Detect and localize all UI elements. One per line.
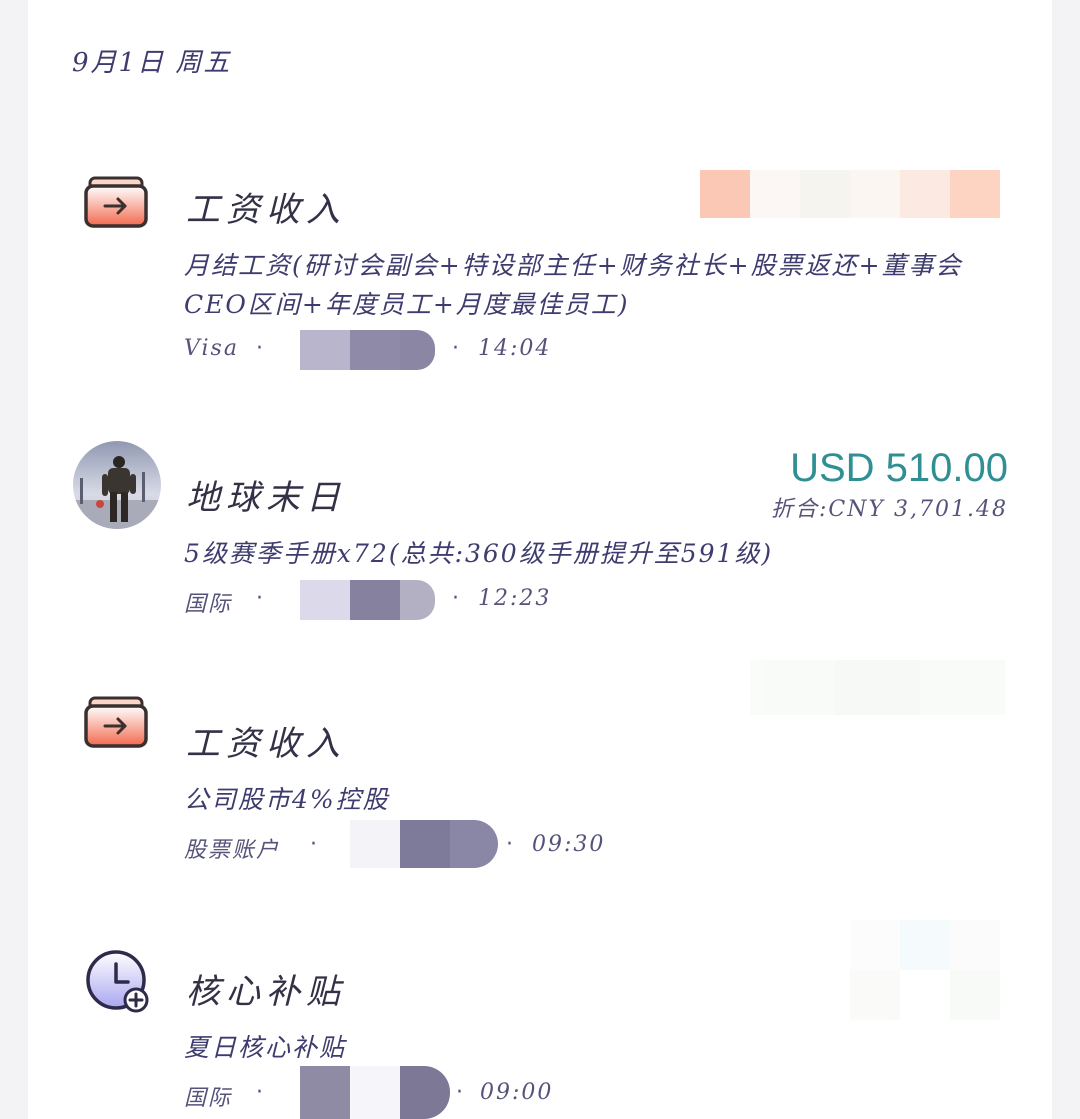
transaction-item[interactable]: 核心补贴 夏日核心补贴 国际 · · 09:00 bbox=[0, 920, 1080, 1119]
transaction-time: 12:23 bbox=[478, 586, 552, 611]
transaction-description: 夏日核心补贴 bbox=[184, 1033, 347, 1062]
date-header: 9月1日 周五 bbox=[72, 48, 232, 78]
transaction-item[interactable]: 地球末日 USD 510.00 折合:CNY 3,701.48 5级赛季手册x7… bbox=[0, 430, 1080, 630]
converted-amount: 折合:CNY 3,701.48 bbox=[771, 497, 1008, 522]
meta-separator: · bbox=[310, 832, 317, 857]
transaction-time: 09:00 bbox=[480, 1080, 554, 1105]
redacted-date bbox=[300, 1066, 450, 1119]
transaction-title: 核心补贴 bbox=[186, 972, 346, 1012]
game-avatar-icon bbox=[72, 440, 162, 530]
meta-separator: · bbox=[256, 336, 263, 361]
transaction-account: 国际 bbox=[184, 592, 233, 617]
redacted-amount bbox=[850, 920, 1000, 1020]
redacted-date bbox=[350, 820, 498, 868]
transaction-title: 地球末日 bbox=[186, 478, 346, 518]
redacted-date bbox=[300, 330, 435, 370]
transaction-title: 工资收入 bbox=[186, 190, 346, 230]
transaction-description: 5级赛季手册x72(总共:360级手册提升至591级) bbox=[184, 539, 774, 568]
transaction-account: 国际 bbox=[184, 1086, 233, 1111]
transaction-time: 09:30 bbox=[532, 832, 606, 857]
redacted-amount bbox=[750, 660, 1005, 770]
meta-separator: · bbox=[456, 1080, 463, 1105]
redacted-date bbox=[300, 580, 435, 620]
redacted-amount bbox=[700, 170, 1000, 218]
meta-separator: · bbox=[452, 586, 459, 611]
wallet-income-icon bbox=[72, 690, 162, 780]
transaction-time: 14:04 bbox=[478, 336, 552, 361]
meta-separator: · bbox=[256, 586, 263, 611]
transaction-item[interactable]: 工资收入 月结工资(研讨会副会+特设部主任+财务社长+股票返还+董事会CEO区间… bbox=[0, 150, 1080, 390]
transaction-title: 工资收入 bbox=[186, 724, 346, 764]
clock-add-icon bbox=[72, 942, 162, 1032]
meta-separator: · bbox=[506, 832, 513, 857]
transaction-description: 月结工资(研讨会副会+特设部主任+财务社长+股票返还+董事会CEO区间+年度员工… bbox=[184, 251, 963, 319]
transaction-account: 股票账户 bbox=[184, 838, 281, 863]
transaction-item[interactable]: 工资收入 公司股市4%控股 股票账户 · · 09:30 bbox=[0, 660, 1080, 880]
transaction-account: Visa bbox=[184, 336, 239, 361]
transaction-description: 公司股市4%控股 bbox=[184, 785, 390, 814]
transaction-amount: USD 510.00 折合:CNY 3,701.48 bbox=[771, 446, 1008, 523]
meta-separator: · bbox=[256, 1080, 263, 1105]
wallet-income-icon bbox=[72, 170, 162, 260]
amount-value: USD 510.00 bbox=[790, 446, 1008, 490]
meta-separator: · bbox=[452, 336, 459, 361]
